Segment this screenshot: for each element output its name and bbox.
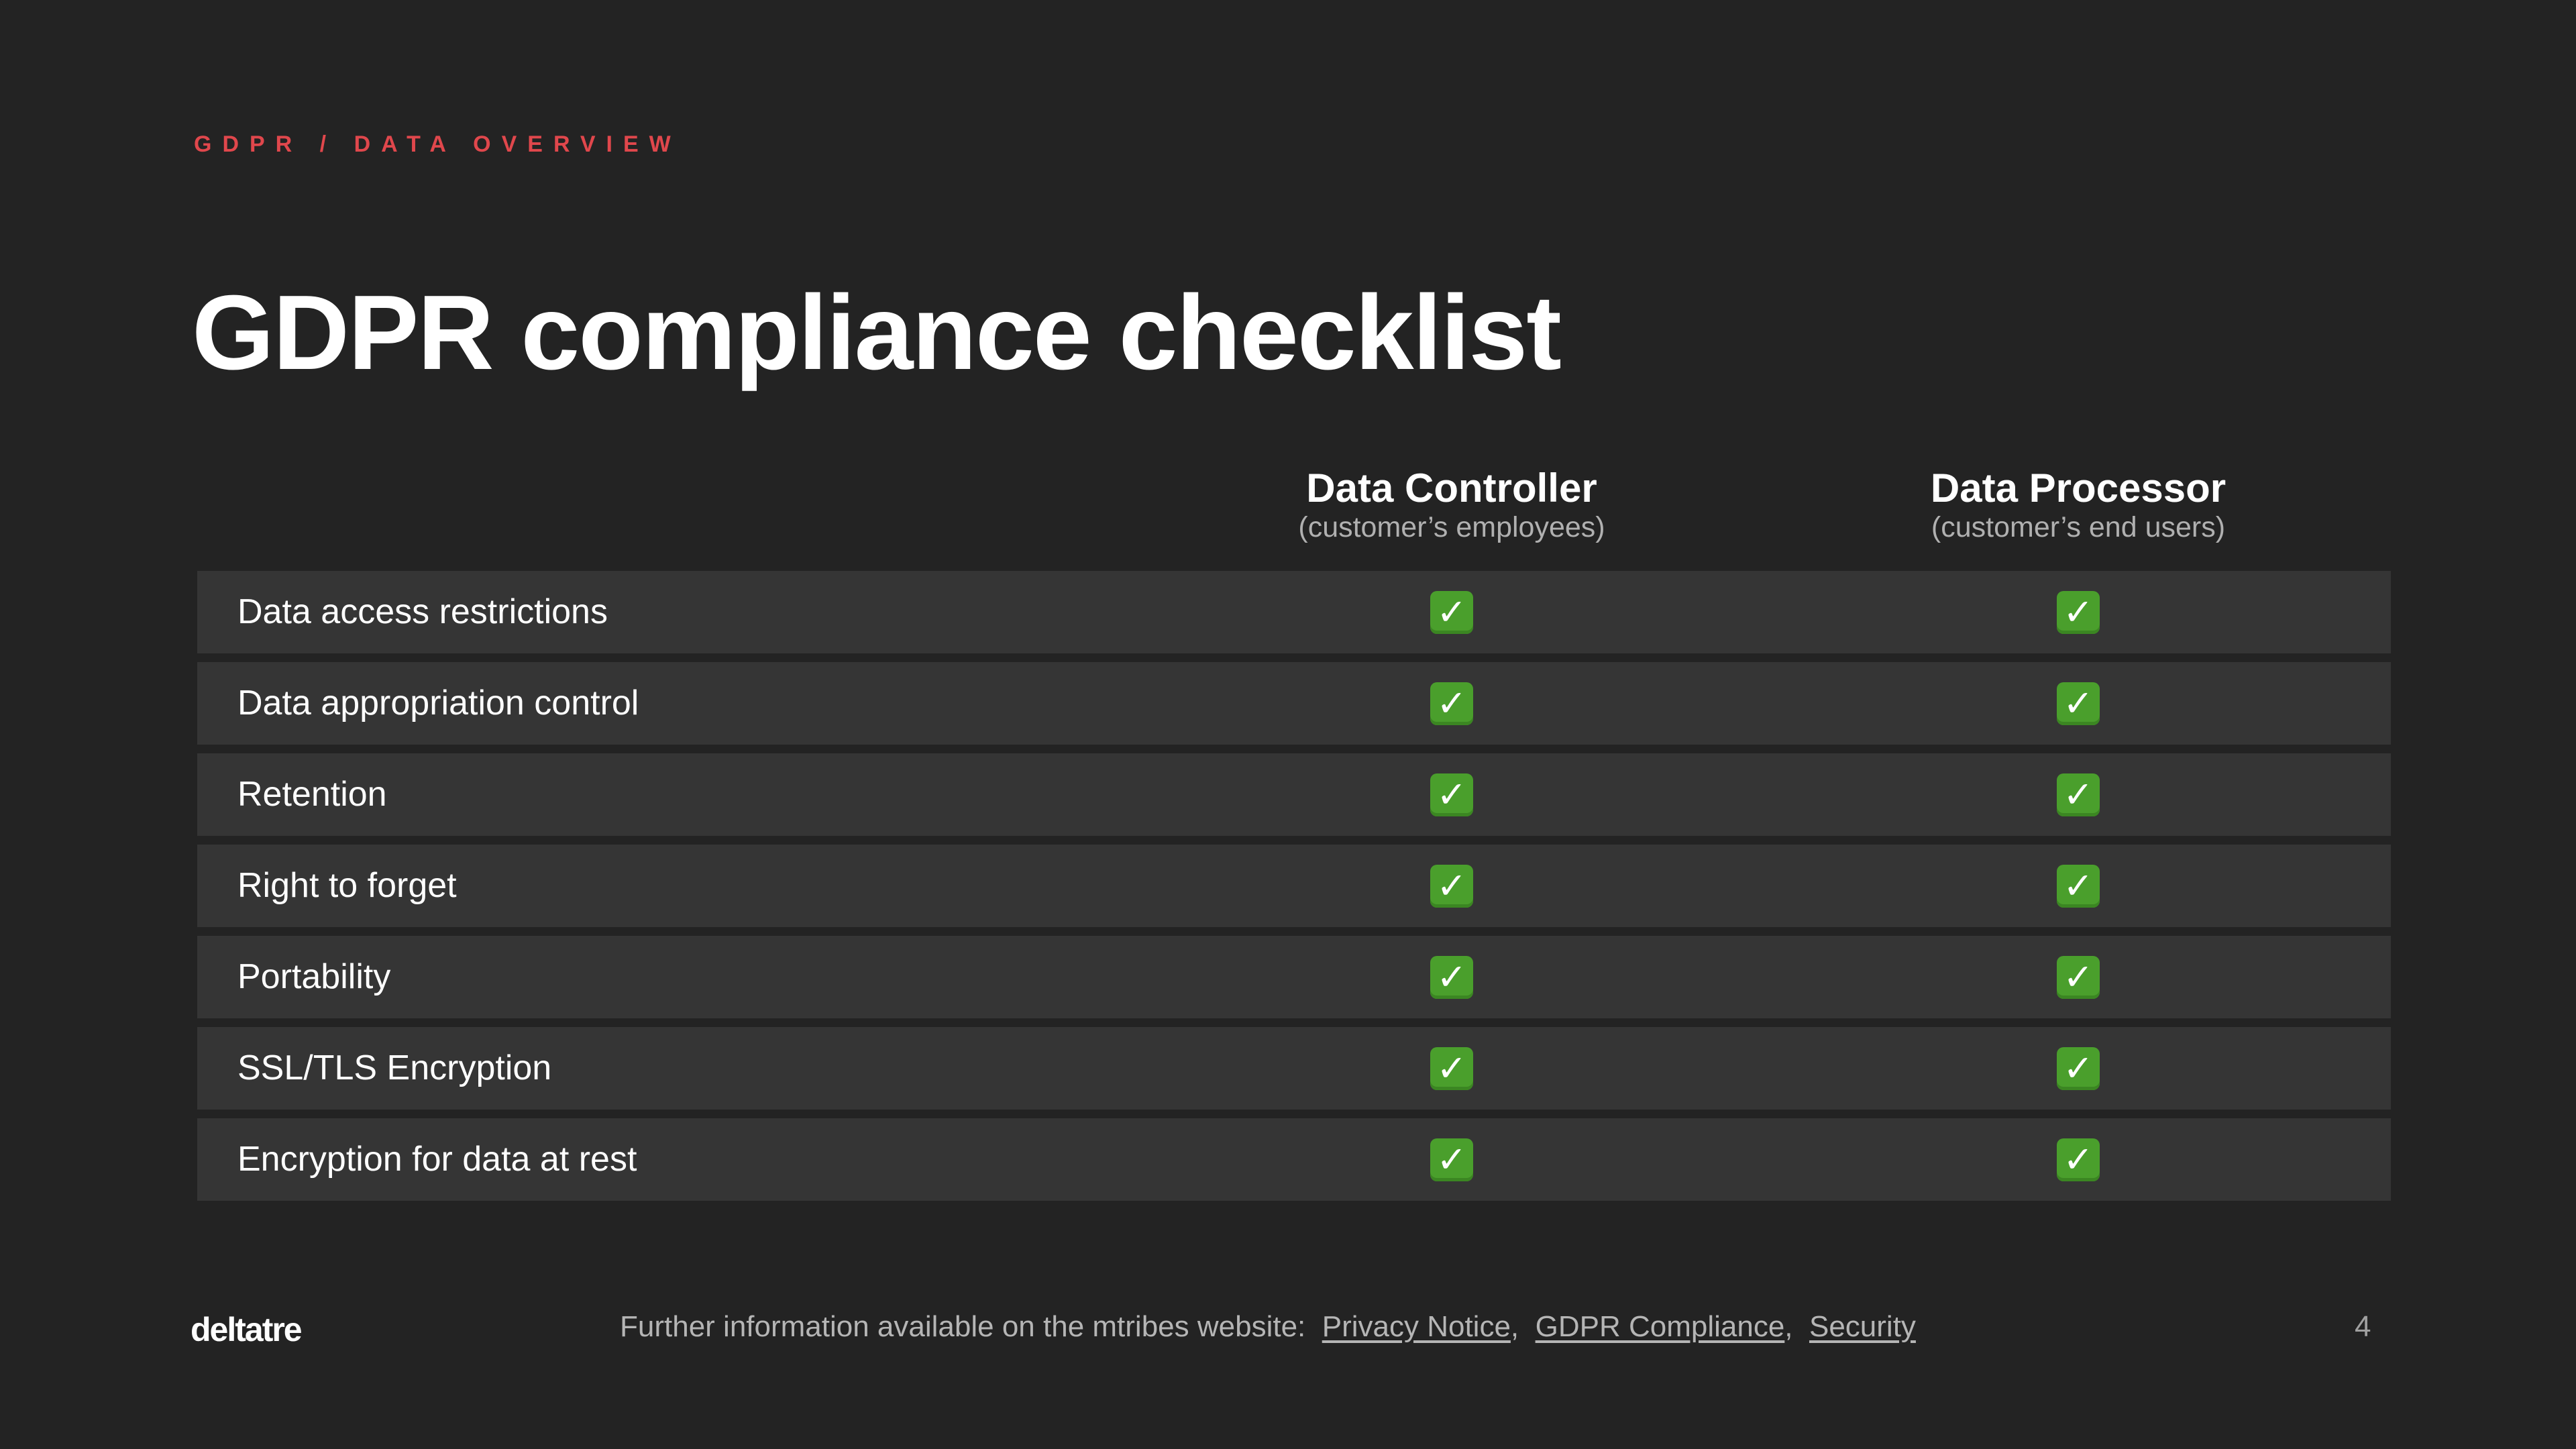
check-mark-icon: ✓ (1430, 865, 1473, 908)
check-mark-icon: ✓ (2057, 865, 2100, 908)
table-row: Encryption for data at rest ✓ ✓ (197, 1118, 2391, 1201)
link-separator: , (1784, 1310, 1793, 1343)
check-mark-icon: ✓ (1430, 956, 1473, 999)
gdpr-compliance-link[interactable]: GDPR Compliance (1536, 1310, 1785, 1343)
column-subtitle: (customer’s end users) (1931, 511, 2226, 543)
checklist-table: Data access restrictions ✓ ✓ Data approp… (197, 571, 2391, 1210)
column-header-processor: Data Processor (customer’s end users) (1843, 466, 2313, 543)
row-label: Encryption for data at rest (237, 1140, 637, 1179)
check-mark-icon: ✓ (2057, 1047, 2100, 1090)
column-title: Data Processor (1930, 466, 2226, 511)
table-row: Portability ✓ ✓ (197, 936, 2391, 1018)
row-label: Retention (237, 775, 387, 814)
check-mark-icon: ✓ (1430, 1047, 1473, 1090)
check-mark-icon: ✓ (1430, 1138, 1473, 1181)
deltatre-logo: deltatre (191, 1311, 303, 1348)
column-header-controller: Data Controller (customer’s employees) (1217, 466, 1686, 543)
check-mark-icon: ✓ (1430, 591, 1473, 634)
slide: GDPR / DATA OVERVIEW GDPR compliance che… (0, 0, 2576, 1449)
table-row: SSL/TLS Encryption ✓ ✓ (197, 1027, 2391, 1110)
row-label: Portability (237, 957, 391, 996)
table-row: Data access restrictions ✓ ✓ (197, 571, 2391, 653)
check-mark-icon: ✓ (2057, 591, 2100, 634)
footer-text: Further information available on the mtr… (620, 1310, 1306, 1343)
page-title: GDPR compliance checklist (192, 274, 1562, 392)
column-subtitle: (customer’s employees) (1298, 511, 1605, 543)
check-mark-icon: ✓ (2057, 773, 2100, 816)
page-number: 4 (2355, 1310, 2371, 1343)
check-mark-icon: ✓ (2057, 682, 2100, 725)
check-mark-icon: ✓ (1430, 773, 1473, 816)
link-separator: , (1510, 1310, 1519, 1343)
row-label: SSL/TLS Encryption (237, 1049, 552, 1087)
check-mark-icon: ✓ (2057, 956, 2100, 999)
column-title: Data Controller (1306, 466, 1597, 511)
table-row: Retention ✓ ✓ (197, 753, 2391, 836)
check-mark-icon: ✓ (1430, 682, 1473, 725)
privacy-notice-link[interactable]: Privacy Notice (1322, 1310, 1511, 1343)
table-row: Right to forget ✓ ✓ (197, 845, 2391, 927)
breadcrumb: GDPR / DATA OVERVIEW (194, 131, 682, 157)
footer-info: Further information available on the mtr… (620, 1310, 1916, 1344)
row-label: Right to forget (237, 866, 457, 905)
security-link[interactable]: Security (1809, 1310, 1916, 1343)
row-label: Data access restrictions (237, 592, 608, 631)
table-row: Data appropriation control ✓ ✓ (197, 662, 2391, 745)
row-label: Data appropriation control (237, 684, 639, 722)
check-mark-icon: ✓ (2057, 1138, 2100, 1181)
